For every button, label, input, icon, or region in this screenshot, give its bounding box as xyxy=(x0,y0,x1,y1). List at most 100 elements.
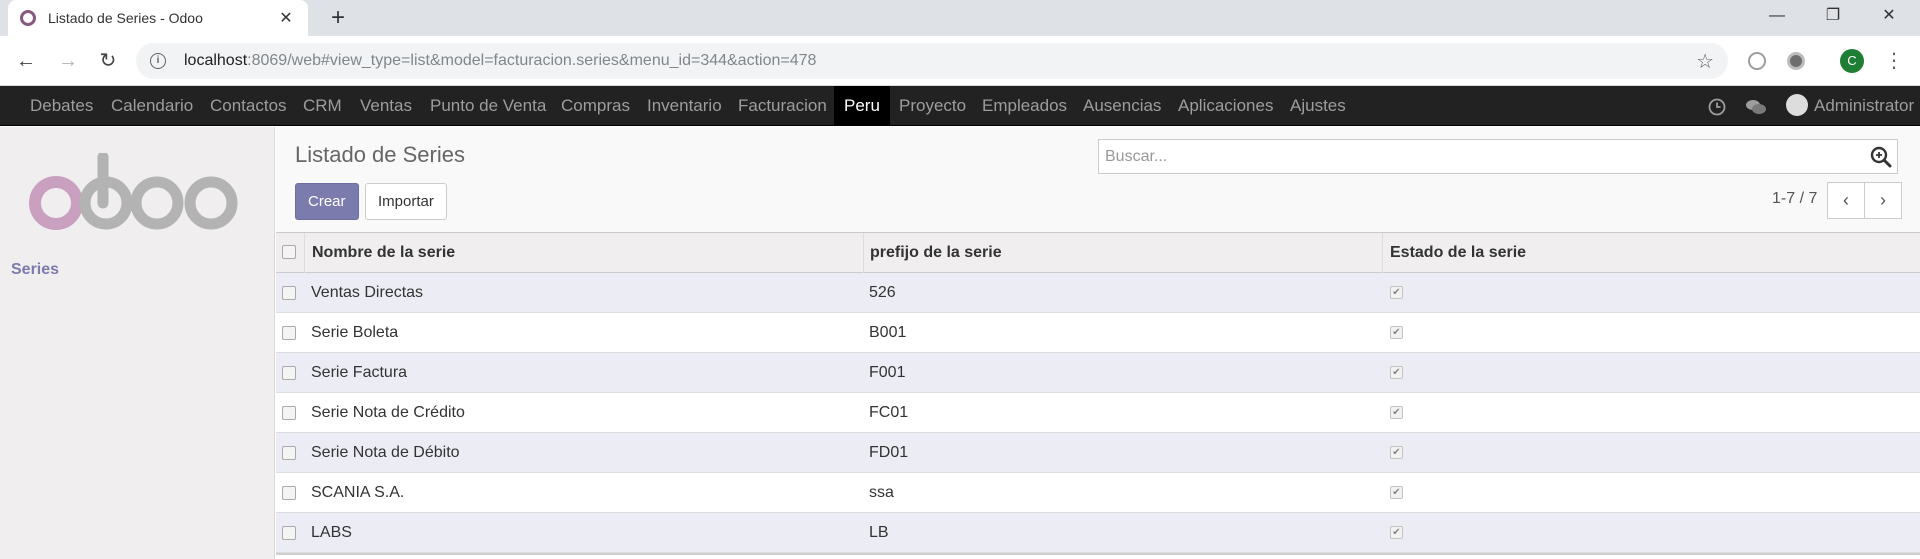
menu-ausencias[interactable]: Ausencias xyxy=(1073,86,1171,126)
browser-toolbar: ← → ↻ i localhost:8069/web#view_type=lis… xyxy=(0,36,1920,86)
odoo-top-menu: Debates Calendario Contactos CRM Ventas … xyxy=(0,86,1920,126)
column-separator xyxy=(863,233,864,273)
cell-prefijo: F001 xyxy=(869,364,906,381)
forward-arrow-icon[interactable]: → xyxy=(52,45,84,77)
odoo-logo[interactable] xyxy=(28,153,243,235)
menu-punto-de-venta[interactable]: Punto de Venta xyxy=(420,86,556,126)
table-row[interactable]: Serie Nota de Crédito FC01 ✔ xyxy=(276,393,1920,433)
cell-nombre: LABS xyxy=(311,524,352,541)
search-icon[interactable] xyxy=(1869,145,1893,169)
menu-empleados[interactable]: Empleados xyxy=(972,86,1077,126)
reload-icon[interactable]: ↻ xyxy=(92,45,124,77)
cell-nombre: Serie Boleta xyxy=(311,324,399,341)
menu-crm[interactable]: CRM xyxy=(293,86,352,126)
list-footer-divider xyxy=(276,553,1920,555)
select-all-checkbox[interactable] xyxy=(282,245,296,259)
menu-ventas[interactable]: Ventas xyxy=(350,86,422,126)
table-row[interactable]: Ventas Directas 526 ✔ xyxy=(276,273,1920,313)
tab-title: Listado de Series - Odoo xyxy=(48,10,203,26)
activity-clock-icon[interactable] xyxy=(1708,86,1726,126)
new-tab-button[interactable]: + xyxy=(324,4,352,32)
bookmark-star-icon[interactable]: ☆ xyxy=(1696,49,1714,74)
column-header-prefijo[interactable]: prefijo de la serie xyxy=(870,233,1002,273)
table-row[interactable]: Serie Boleta B001 ✔ xyxy=(276,313,1920,353)
column-header-nombre[interactable]: Nombre de la serie xyxy=(312,233,455,273)
row-select-checkbox[interactable] xyxy=(282,286,296,300)
column-separator xyxy=(304,233,305,273)
estado-checked-checkbox: ✔ xyxy=(1390,526,1403,539)
minimize-window-button[interactable]: — xyxy=(1754,0,1800,32)
menu-ajustes[interactable]: Ajustes xyxy=(1280,86,1356,126)
browser-tabstrip: Listado de Series - Odoo ✕ + — ❐ ✕ xyxy=(0,0,1920,36)
restore-window-button[interactable]: ❐ xyxy=(1810,0,1856,32)
row-select-checkbox[interactable] xyxy=(282,486,296,500)
close-window-button[interactable]: ✕ xyxy=(1866,0,1912,32)
column-separator xyxy=(1382,233,1383,273)
extension-icon[interactable] xyxy=(1748,52,1766,70)
estado-checked-checkbox: ✔ xyxy=(1390,326,1403,339)
cell-prefijo: B001 xyxy=(869,324,907,341)
cell-prefijo: FC01 xyxy=(869,404,909,421)
extension-icon-2[interactable] xyxy=(1787,52,1805,70)
back-arrow-icon[interactable]: ← xyxy=(10,45,42,77)
search-box xyxy=(1098,139,1898,174)
column-header-estado[interactable]: Estado de la serie xyxy=(1390,233,1526,273)
table-row[interactable]: Serie Factura F001 ✔ xyxy=(276,353,1920,393)
search-input[interactable] xyxy=(1105,145,1855,169)
close-tab-icon[interactable]: ✕ xyxy=(276,8,296,28)
cell-nombre: Ventas Directas xyxy=(311,284,424,301)
cell-nombre: SCANIA S.A. xyxy=(311,484,405,501)
page-title: Listado de Series xyxy=(295,142,465,167)
messaging-chat-icon[interactable] xyxy=(1745,86,1767,126)
create-button[interactable]: Crear xyxy=(295,183,359,220)
user-menu[interactable]: Administrator xyxy=(1786,86,1914,126)
site-info-icon[interactable]: i xyxy=(150,53,166,69)
row-select-checkbox[interactable] xyxy=(282,406,296,420)
cell-prefijo: 526 xyxy=(869,284,896,301)
pager-value[interactable]: 1-7 / 7 xyxy=(1772,190,1817,208)
browser-menu-icon[interactable]: ⋮ xyxy=(1884,48,1904,74)
menu-inventario[interactable]: Inventario xyxy=(637,86,732,126)
menu-contactos[interactable]: Contactos xyxy=(200,86,297,126)
row-select-checkbox[interactable] xyxy=(282,326,296,340)
menu-proyecto[interactable]: Proyecto xyxy=(889,86,976,126)
menu-compras[interactable]: Compras xyxy=(551,86,640,126)
table-row[interactable]: LABS LB ✔ xyxy=(276,513,1920,553)
estado-checked-checkbox: ✔ xyxy=(1390,406,1403,419)
import-button[interactable]: Importar xyxy=(365,183,447,220)
cell-prefijo: FD01 xyxy=(869,444,909,461)
table-row[interactable]: SCANIA S.A. ssa ✔ xyxy=(276,473,1920,513)
user-name: Administrator xyxy=(1814,96,1915,115)
row-select-checkbox[interactable] xyxy=(282,446,296,460)
sidebar-item-series[interactable]: Series xyxy=(11,261,59,279)
address-bar[interactable]: i localhost:8069/web#view_type=list&mode… xyxy=(136,43,1728,79)
browser-tab[interactable]: Listado de Series - Odoo ✕ xyxy=(8,0,308,36)
estado-checked-checkbox: ✔ xyxy=(1390,286,1403,299)
pager-previous-icon[interactable]: ‹ xyxy=(1827,182,1865,219)
odoo-favicon-icon xyxy=(20,10,36,26)
url-host: localhost xyxy=(184,52,248,69)
cell-nombre: Serie Nota de Crédito xyxy=(311,404,465,421)
estado-checked-checkbox: ✔ xyxy=(1390,446,1403,459)
table-row[interactable]: Serie Nota de Débito FD01 ✔ xyxy=(276,433,1920,473)
menu-aplicaciones[interactable]: Aplicaciones xyxy=(1168,86,1283,126)
menu-facturacion[interactable]: Facturacion xyxy=(728,86,837,126)
control-panel: Listado de Series Crear Importar 1-7 / 7… xyxy=(276,127,1920,233)
cell-prefijo: ssa xyxy=(869,484,894,501)
menu-debates[interactable]: Debates xyxy=(20,86,103,126)
estado-checked-checkbox: ✔ xyxy=(1390,486,1403,499)
sidebar: Series xyxy=(0,127,275,559)
url-path: :8069/web#view_type=list&model=facturaci… xyxy=(247,52,817,69)
table-header-row: Nombre de la serie prefijo de la serie E… xyxy=(276,233,1920,273)
menu-peru[interactable]: Peru xyxy=(834,86,890,126)
cell-prefijo: LB xyxy=(869,524,889,541)
user-avatar xyxy=(1786,93,1808,116)
pager-next-icon[interactable]: › xyxy=(1864,182,1902,219)
profile-avatar[interactable]: C xyxy=(1840,49,1864,73)
cell-nombre: Serie Factura xyxy=(311,364,408,381)
menu-calendario[interactable]: Calendario xyxy=(101,86,203,126)
cell-nombre: Serie Nota de Débito xyxy=(311,444,460,461)
row-select-checkbox[interactable] xyxy=(282,526,296,540)
row-select-checkbox[interactable] xyxy=(282,366,296,380)
estado-checked-checkbox: ✔ xyxy=(1390,366,1403,379)
